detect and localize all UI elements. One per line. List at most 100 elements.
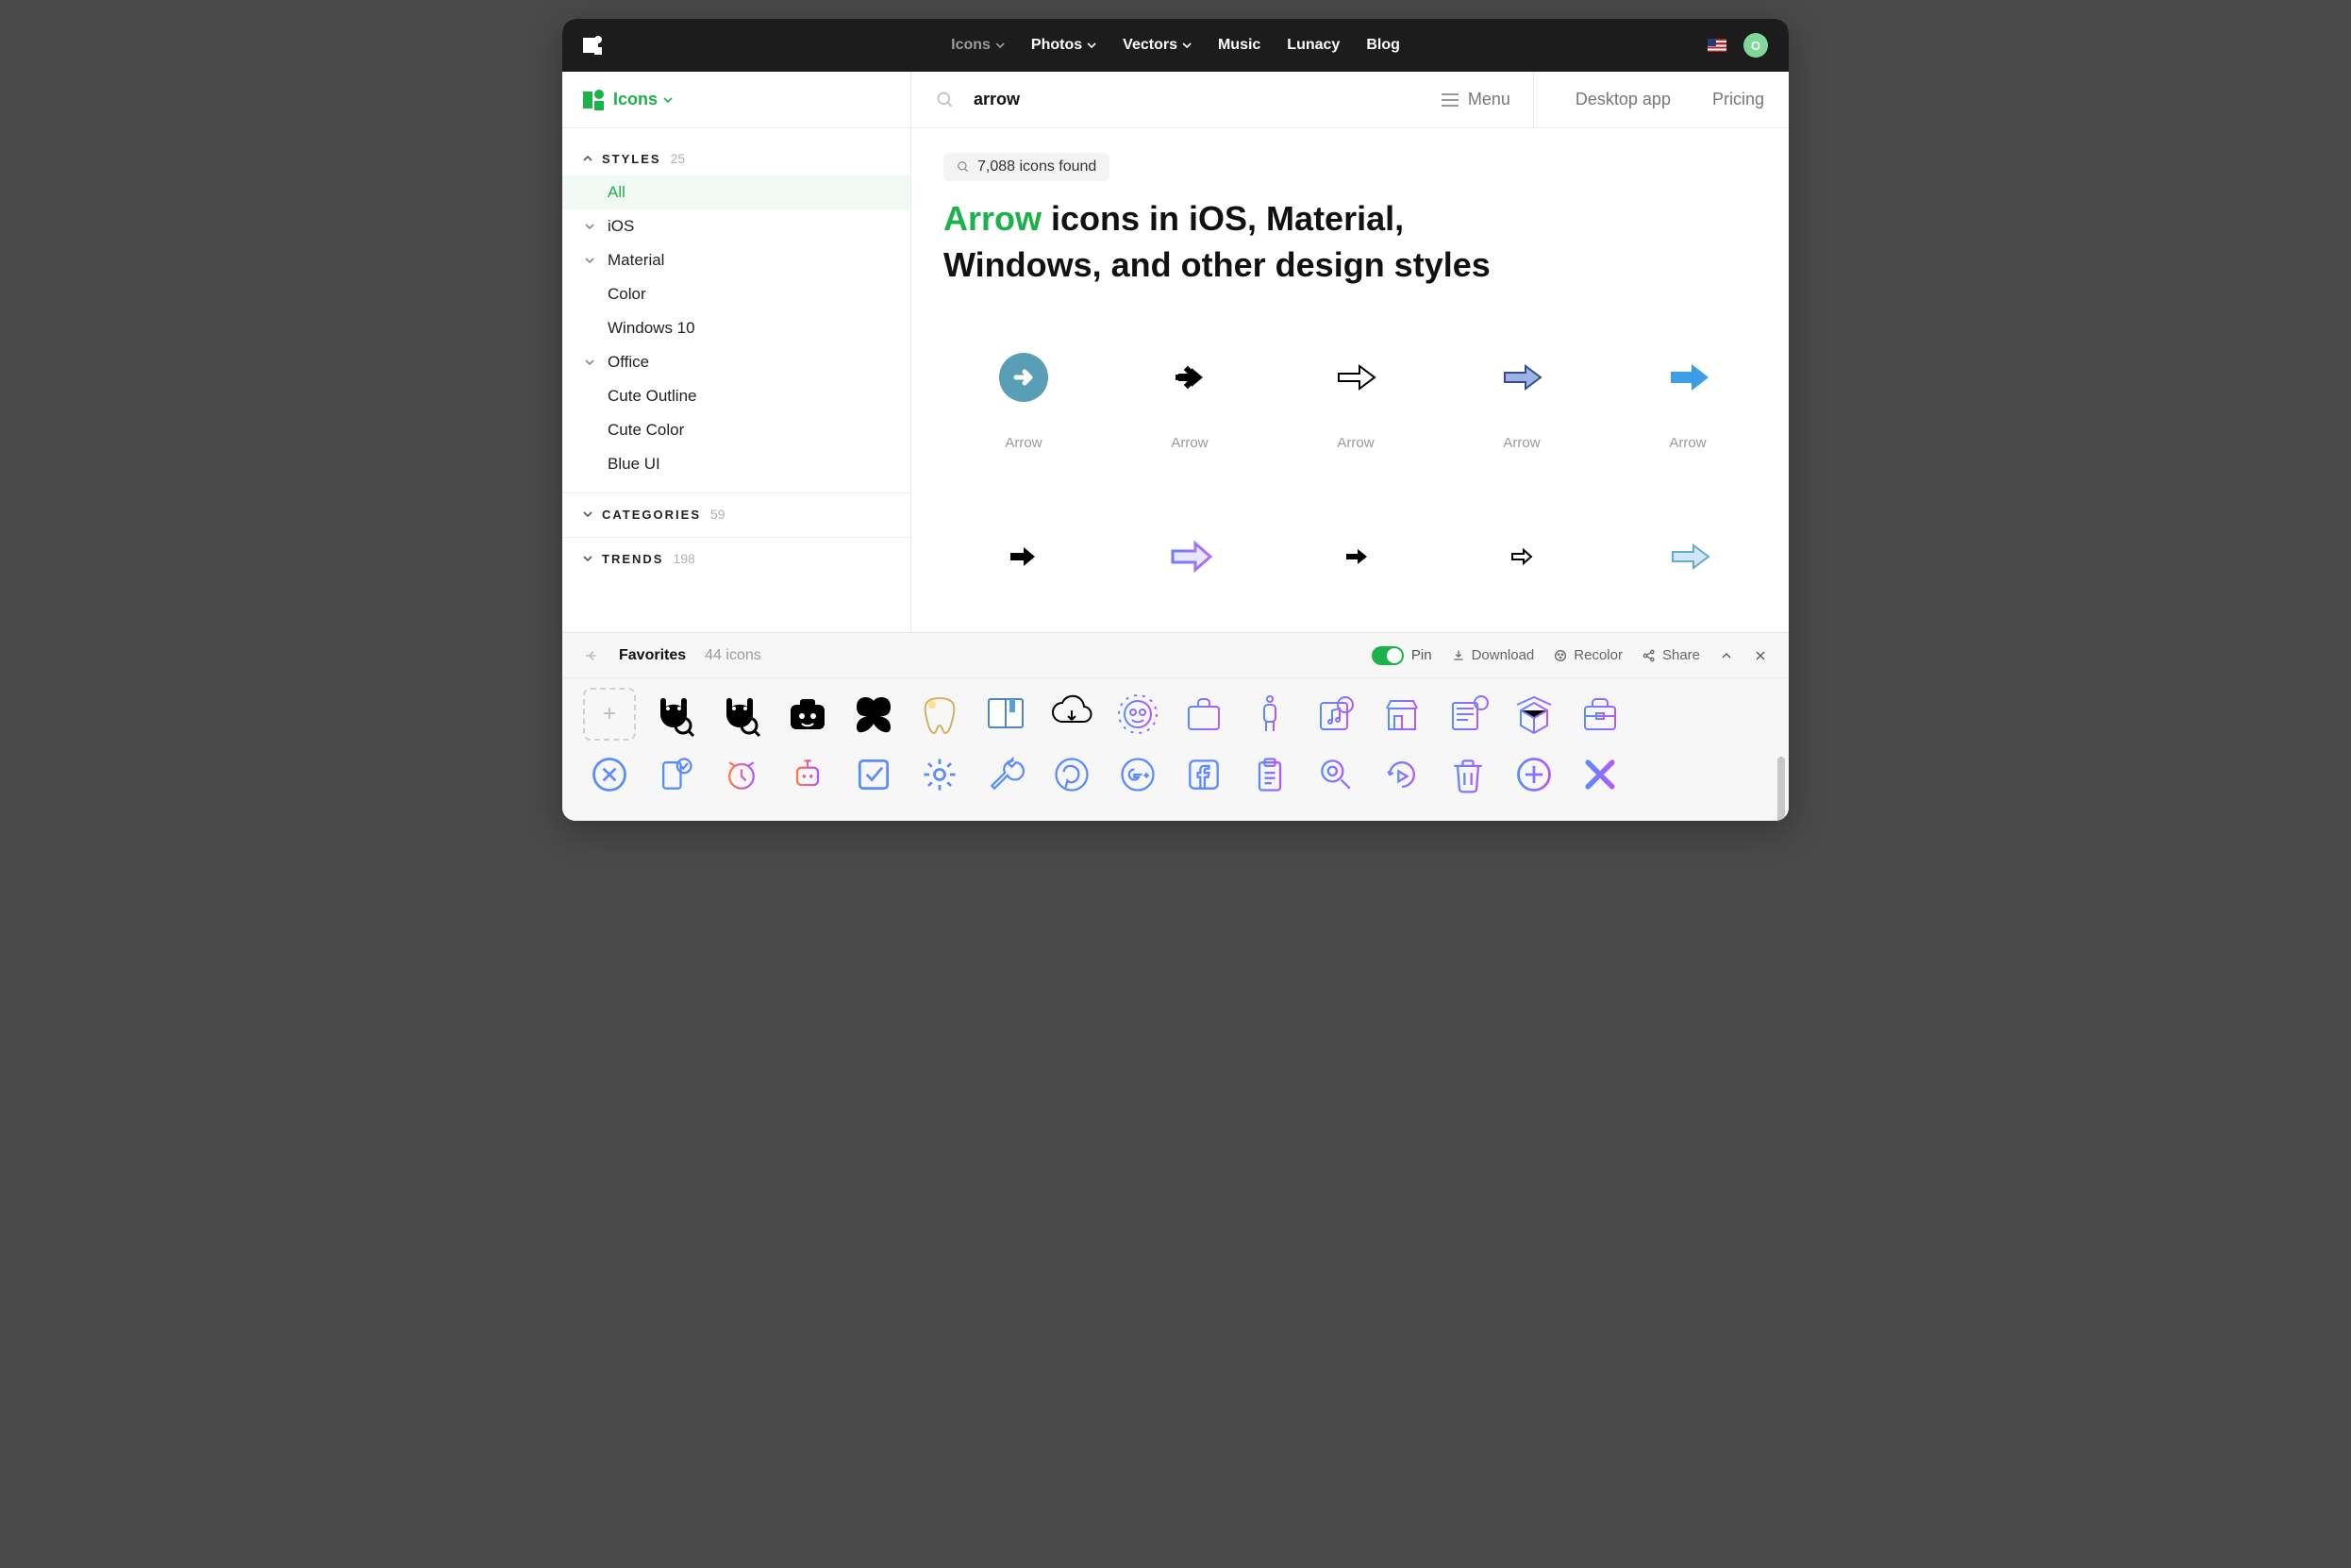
nav-blog[interactable]: Blog [1366,37,1400,54]
fav-person-icon[interactable] [1243,688,1296,741]
fav-butterfly-icon[interactable] [847,688,900,741]
fav-add-circle-icon[interactable] [1508,748,1560,801]
fav-news-alert-icon[interactable] [1442,688,1494,741]
fav-trash-icon[interactable] [1442,748,1494,801]
search-icon [936,91,955,109]
hamburger-icon [1442,93,1459,107]
nav-photos[interactable]: Photos [1031,37,1096,54]
fav-checkbox-icon[interactable] [847,748,900,801]
close-icon[interactable] [1753,648,1768,663]
recolor-button[interactable]: Recolor [1553,647,1623,663]
panel-body: + [562,678,1789,821]
fav-googleplus-icon[interactable] [1111,748,1164,801]
fav-book-icon[interactable] [979,688,1032,741]
icon-label: Arrow [1669,435,1706,451]
add-favorite-button[interactable]: + [583,688,636,741]
icon-card-arrow[interactable]: Arrow [943,335,1104,505]
style-cute-outline[interactable]: Cute Outline [562,379,910,413]
nav-music[interactable]: Music [1218,37,1260,54]
nav-lunacy[interactable]: Lunacy [1287,37,1340,54]
nav: Icons Photos Vectors Music Lunacy Blog [951,37,1400,54]
fav-cancel-circle-icon[interactable] [583,748,636,801]
fav-device-check-icon[interactable] [649,748,702,801]
fav-pinterest-icon[interactable] [1045,748,1098,801]
scrollbar[interactable] [1777,757,1785,821]
flag-us-icon[interactable] [1708,39,1726,52]
chevron-up-icon[interactable] [1719,648,1734,663]
switch-on-icon [1372,646,1404,665]
fav-store-icon[interactable] [1376,688,1428,741]
fav-zoom-icon[interactable] [1309,748,1362,801]
download-button[interactable]: Download [1451,647,1535,663]
section-styles[interactable]: STYLES 25 [562,138,910,175]
sidebar-title[interactable]: Icons [613,90,673,109]
fav-wrench-icon[interactable] [979,748,1032,801]
arrow-right-small-icon [1309,514,1403,599]
topbar: Menu Desktop app Pricing [911,72,1789,128]
page-heading: Arrow icons in iOS, Material, Windows, a… [943,196,1547,288]
icons8-logo-icon[interactable] [583,90,604,110]
style-material[interactable]: Material [562,243,910,277]
style-office[interactable]: Office [562,345,910,379]
fav-sun-face-icon[interactable] [1111,688,1164,741]
app-logo-icon[interactable] [583,38,598,53]
icon-card-arrow[interactable]: Arrow [1109,335,1270,505]
fav-camera-emoji-icon[interactable] [781,688,834,741]
panel-header: Favorites 44 icons Pin Download Recolor … [562,633,1789,678]
chevron-down-icon [585,222,594,231]
user-avatar[interactable]: O [1743,33,1768,58]
chevron-down-icon [585,358,594,367]
style-all[interactable]: All [562,175,910,209]
arrow-right-outline-icon [1309,335,1403,420]
fav-open-box-icon[interactable] [1508,688,1560,741]
fav-refresh-play-icon[interactable] [1376,748,1428,801]
icon-card-arrow[interactable]: Arrow [1608,335,1768,505]
fav-gear-icon[interactable] [913,748,966,801]
section-trends[interactable]: TRENDS 198 [562,538,910,575]
icon-card-arrow[interactable]: Arrow [1276,335,1436,505]
pin-toggle[interactable]: Pin [1372,646,1432,665]
chevron-down-icon [663,97,673,103]
fav-cat-search-icon[interactable] [715,688,768,741]
nav-icons[interactable]: Icons [951,37,1005,54]
share-button[interactable]: Share [1642,647,1700,663]
chevron-down-icon [995,42,1005,48]
style-windows10[interactable]: Windows 10 [562,311,910,345]
arrow-right-blue-icon [1475,335,1569,420]
sidebar-header: Icons [562,72,910,128]
icon-label: Arrow [1337,435,1374,451]
icon-card-arrow[interactable]: Arrow [1442,335,1602,505]
menu-button[interactable]: Menu [1442,72,1534,127]
section-count: 198 [673,551,694,566]
favorites-panel: Favorites 44 icons Pin Download Recolor … [562,632,1789,821]
fav-alarm-icon[interactable] [715,748,768,801]
arrow-right-lightblue-icon [1641,514,1735,599]
fav-briefcase-icon[interactable] [1177,688,1230,741]
style-cute-color[interactable]: Cute Color [562,413,910,447]
fav-tooth-icon[interactable] [913,688,966,741]
desktop-app-link[interactable]: Desktop app [1553,90,1671,109]
section-categories[interactable]: CATEGORIES 59 [562,493,910,531]
style-ios[interactable]: iOS [562,209,910,243]
fav-music-album-icon[interactable] [1309,688,1362,741]
fav-close-x-icon[interactable] [1574,748,1626,801]
section-label: STYLES [602,152,661,166]
section-count: 59 [710,507,725,522]
arrow-right-gradient-icon [1142,514,1237,599]
fav-toolbox-icon[interactable] [1574,688,1626,741]
fav-bot-icon[interactable] [781,748,834,801]
icon-label: Arrow [1171,435,1208,451]
search-input[interactable] [974,90,1370,109]
panel-title: Favorites [619,647,686,664]
style-color[interactable]: Color [562,277,910,311]
back-arrow-icon[interactable] [583,647,600,664]
style-blue-ui[interactable]: Blue UI [562,447,910,481]
chevron-down-icon [583,509,592,519]
fav-facebook-icon[interactable] [1177,748,1230,801]
nav-vectors[interactable]: Vectors [1123,37,1192,54]
fav-clipboard-icon[interactable] [1243,748,1296,801]
pricing-link[interactable]: Pricing [1690,90,1764,109]
fav-cat-search-icon[interactable] [649,688,702,741]
fav-cloud-download-icon[interactable] [1045,688,1098,741]
arrow-right-icon [1142,335,1237,420]
